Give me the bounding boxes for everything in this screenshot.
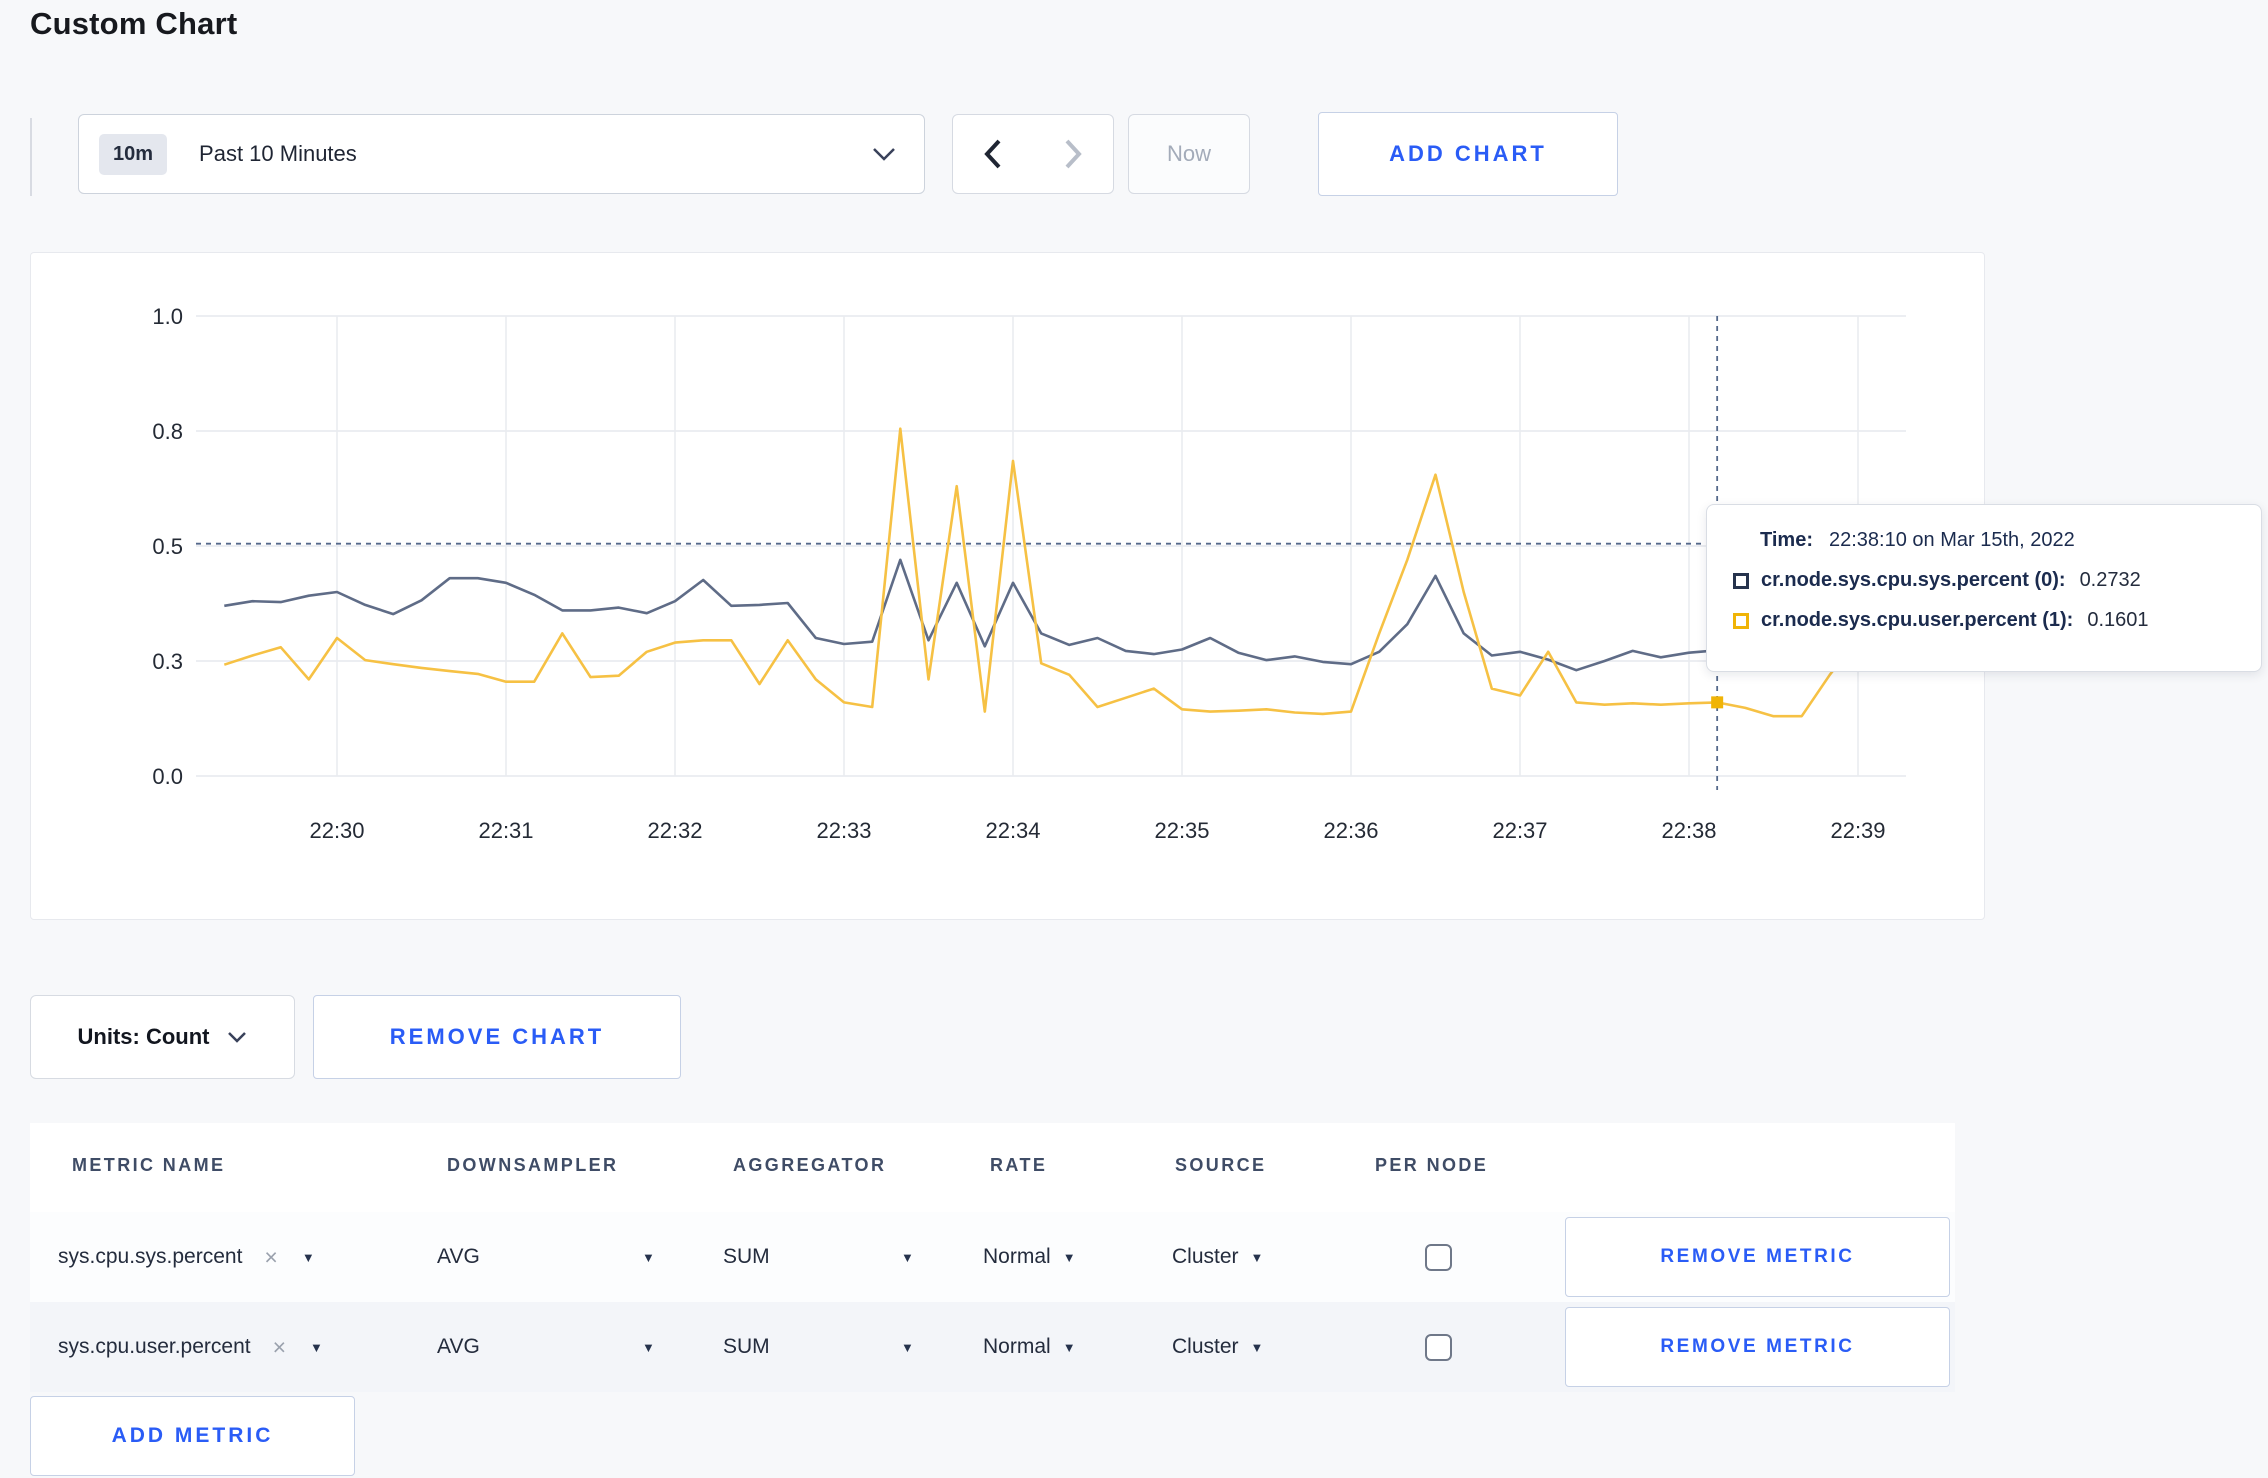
- chevron-down-icon: ▼: [1062, 1339, 1076, 1355]
- units-label: Units: Count: [77, 1024, 210, 1049]
- toolbar-divider: [30, 118, 32, 196]
- remove-metric-button[interactable]: REMOVE METRIC: [1565, 1307, 1950, 1387]
- chevron-down-icon: ▼: [901, 1249, 914, 1265]
- metrics-table-header: METRIC NAME DOWNSAMPLER AGGREGATOR RATE SOUR…: [30, 1123, 1955, 1212]
- chevron-right-icon: [1065, 139, 1082, 169]
- x-axis-tick-label: 22:31: [478, 818, 533, 843]
- per-node-checkbox[interactable]: [1425, 1333, 1452, 1361]
- chevron-down-icon: ▼: [901, 1339, 914, 1355]
- aggregator-select[interactable]: SUM ▼: [723, 1212, 914, 1302]
- time-forward-button[interactable]: [1032, 114, 1114, 194]
- clear-metric-icon[interactable]: ×: [273, 1334, 286, 1361]
- source-select[interactable]: Cluster ▼: [1172, 1212, 1263, 1302]
- column-header: RATE: [990, 1155, 1048, 1175]
- tooltip-series-row: cr.node.sys.cpu.sys.percent (0): 0.2732: [1733, 569, 2235, 592]
- chart-panel: 0.0 0.3 0.5 0.8 1.0 22:30 22:31 22:32 22:33 22:34…: [30, 252, 1985, 920]
- chevron-left-icon: [984, 139, 1001, 169]
- x-axis-tick-label: 22:30: [309, 818, 364, 843]
- y-axis-tick-label: 0.3: [152, 649, 183, 674]
- aggregator-value: SUM: [723, 1245, 770, 1268]
- tooltip-time-label: Time:: [1760, 529, 1813, 551]
- x-axis-tick-label: 22:38: [1661, 818, 1716, 843]
- column-header: AGGREGATOR: [733, 1155, 887, 1175]
- y-axis-tick-label: 0.8: [152, 419, 183, 444]
- y-axis-tick-label: 0.0: [152, 764, 183, 789]
- metric-name-select[interactable]: sys.cpu.sys.percent × ▼: [58, 1212, 315, 1302]
- time-back-button[interactable]: [952, 114, 1034, 194]
- chevron-down-icon: [873, 147, 895, 161]
- x-axis-tick-label: 22:36: [1323, 818, 1378, 843]
- add-metric-button[interactable]: ADD METRIC: [30, 1396, 355, 1476]
- chevron-down-icon: ▼: [310, 1339, 323, 1355]
- per-node-cell: [1425, 1212, 1452, 1302]
- metric-row: sys.cpu.user.percent × ▼ AVG ▼ SUM ▼ Normal ▼ Clu…: [30, 1302, 1955, 1392]
- tooltip-series-value: 0.1601: [2087, 609, 2149, 631]
- metric-name-label: sys.cpu.sys.percent: [58, 1245, 243, 1268]
- tooltip-series-value: 0.2732: [2079, 569, 2141, 591]
- metric-name-select[interactable]: sys.cpu.user.percent × ▼: [58, 1302, 323, 1392]
- chart-tooltip: Time: 22:38:10 on Mar 15th, 2022 cr.node…: [1706, 504, 2262, 672]
- remove-chart-button[interactable]: REMOVE CHART: [313, 995, 681, 1079]
- series-swatch-icon: [1733, 612, 1749, 629]
- line-chart[interactable]: 0.0 0.3 0.5 0.8 1.0 22:30 22:31 22:32 22:33 22:34…: [31, 253, 1986, 921]
- source-value: Cluster: [1172, 1245, 1239, 1268]
- x-axis-tick-label: 22:39: [1830, 818, 1885, 843]
- units-select[interactable]: Units: Count: [30, 995, 295, 1079]
- tooltip-series-name: cr.node.sys.cpu.user.percent (1):: [1761, 609, 2074, 631]
- now-button[interactable]: Now: [1128, 114, 1250, 194]
- x-axis-tick-label: 22:35: [1154, 818, 1209, 843]
- aggregator-value: SUM: [723, 1335, 770, 1358]
- downsampler-select[interactable]: AVG ▼: [437, 1212, 655, 1302]
- rate-select[interactable]: Normal ▼: [983, 1212, 1076, 1302]
- chevron-down-icon: ▼: [642, 1249, 655, 1265]
- source-select[interactable]: Cluster ▼: [1172, 1302, 1263, 1392]
- per-node-checkbox[interactable]: [1425, 1243, 1452, 1271]
- aggregator-select[interactable]: SUM ▼: [723, 1302, 914, 1392]
- chevron-down-icon: ▼: [642, 1339, 655, 1355]
- source-value: Cluster: [1172, 1335, 1239, 1358]
- y-axis-tick-label: 1.0: [152, 304, 183, 329]
- chevron-down-icon: ▼: [301, 1249, 315, 1265]
- column-header: DOWNSAMPLER: [447, 1155, 619, 1175]
- tooltip-series-row: cr.node.sys.cpu.user.percent (1): 0.1601: [1733, 609, 2235, 632]
- downsampler-value: AVG: [437, 1335, 480, 1358]
- hover-point-marker: [1711, 696, 1724, 709]
- chevron-down-icon: ▼: [1250, 1249, 1264, 1265]
- rate-value: Normal: [983, 1335, 1051, 1358]
- downsampler-select[interactable]: AVG ▼: [437, 1302, 655, 1392]
- tooltip-time-value: 22:38:10 on Mar 15th, 2022: [1828, 529, 2075, 551]
- downsampler-value: AVG: [437, 1245, 480, 1268]
- clear-metric-icon[interactable]: ×: [264, 1244, 277, 1271]
- chevron-down-icon: ▼: [1062, 1249, 1076, 1265]
- x-axis-tick-label: 22:33: [816, 818, 871, 843]
- column-header: PER NODE: [1375, 1155, 1489, 1175]
- x-axis-tick-label: 22:37: [1492, 818, 1547, 843]
- time-range-select[interactable]: 10m Past 10 Minutes: [78, 114, 925, 194]
- time-range-label: Past 10 Minutes: [199, 141, 357, 166]
- time-range-badge: 10m: [99, 133, 168, 175]
- series-swatch-icon: [1733, 572, 1749, 589]
- rate-select[interactable]: Normal ▼: [983, 1302, 1076, 1392]
- page-title: Custom Chart: [30, 6, 238, 41]
- column-header: SOURCE: [1175, 1155, 1267, 1175]
- x-axis-tick-label: 22:32: [647, 818, 702, 843]
- rate-value: Normal: [983, 1245, 1051, 1268]
- column-header: METRIC NAME: [72, 1155, 226, 1175]
- metric-name-label: sys.cpu.user.percent: [58, 1335, 251, 1358]
- per-node-cell: [1425, 1302, 1452, 1392]
- chevron-down-icon: ▼: [1250, 1339, 1264, 1355]
- metric-row: sys.cpu.sys.percent × ▼ AVG ▼ SUM ▼ Normal ▼ Clus…: [30, 1212, 1955, 1302]
- tooltip-series-name: cr.node.sys.cpu.sys.percent (0):: [1761, 569, 2066, 591]
- x-axis-tick-label: 22:34: [985, 818, 1040, 843]
- y-axis-tick-label: 0.5: [152, 534, 183, 559]
- add-chart-button[interactable]: ADD CHART: [1318, 112, 1618, 196]
- chevron-down-icon: [228, 1031, 247, 1043]
- remove-metric-button[interactable]: REMOVE METRIC: [1565, 1217, 1950, 1297]
